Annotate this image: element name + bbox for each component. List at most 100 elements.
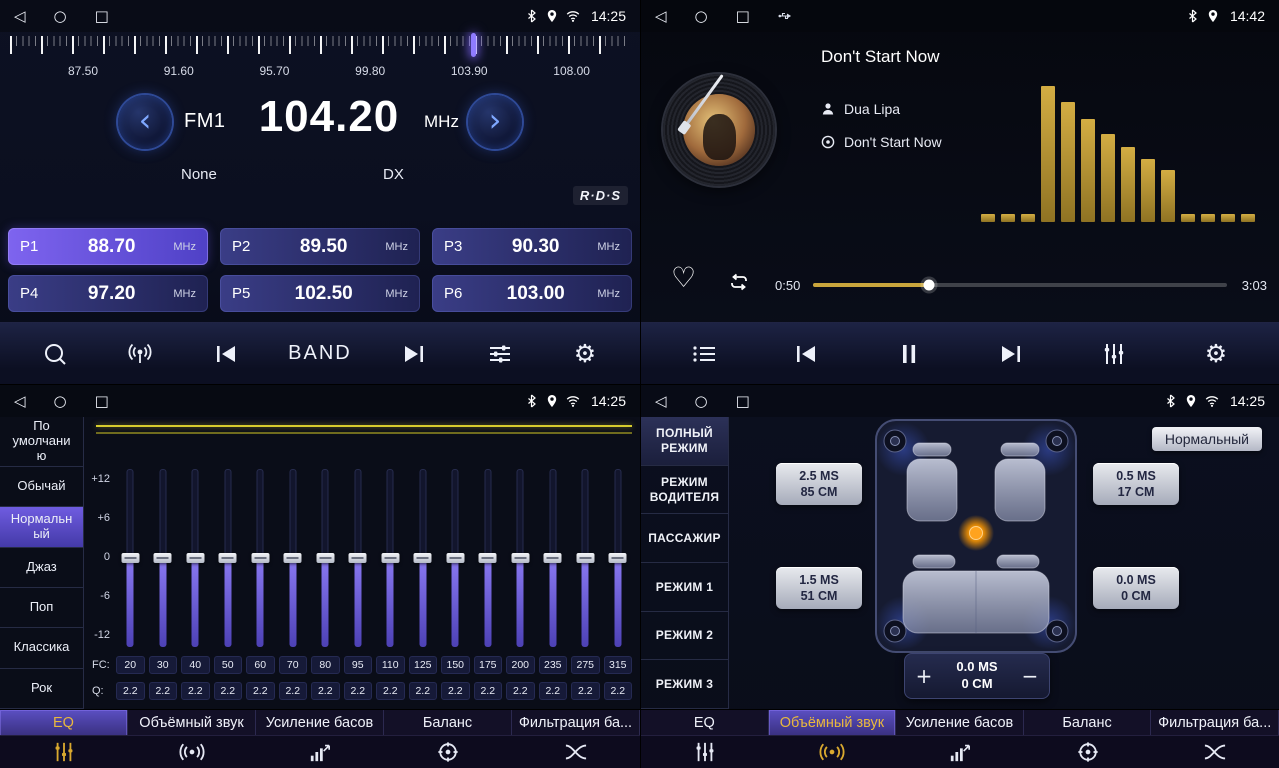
eq-band-thumb[interactable] (446, 553, 464, 563)
favorite-button[interactable]: ♡ (671, 264, 696, 292)
recents-button[interactable]: □ (736, 394, 750, 409)
eq-band-thumb[interactable] (121, 553, 139, 563)
eq-band-slider[interactable] (419, 469, 426, 647)
filter-tab-icon-button[interactable] (1151, 736, 1279, 768)
eq-band-thumb[interactable] (544, 553, 562, 563)
previous-track-button[interactable] (783, 331, 829, 377)
preset-button[interactable]: P4 97.20 MHz (8, 275, 208, 312)
car-cabin-map[interactable] (873, 417, 1079, 655)
recents-button[interactable]: □ (736, 9, 750, 24)
eq-band-thumb[interactable] (219, 553, 237, 563)
delay-rear-left-button[interactable]: 1.5 MS 51 CM (776, 567, 862, 609)
listening-position-dot[interactable] (970, 527, 983, 540)
tune-down-button[interactable]: ‹ (118, 95, 172, 149)
eq-band-thumb[interactable] (414, 553, 432, 563)
back-button[interactable]: ◁ (655, 394, 667, 409)
audio-tab[interactable]: Усиление басов (256, 710, 384, 736)
eq-band-thumb[interactable] (186, 553, 204, 563)
eq-preset-item[interactable]: Рок (0, 669, 83, 709)
listening-mode-item[interactable]: ПАССАЖИР (641, 514, 728, 563)
bass-boost-tab-icon-button[interactable] (256, 736, 384, 768)
eq-band-slider[interactable] (614, 469, 621, 647)
balance-tab-icon-button[interactable] (1024, 736, 1152, 768)
back-button[interactable]: ◁ (14, 394, 26, 409)
broadcast-button[interactable] (117, 331, 163, 377)
delay-rear-right-button[interactable]: 0.0 MS 0 CM (1093, 567, 1179, 609)
eq-tab-icon-button[interactable] (0, 736, 128, 768)
eq-preset-item[interactable]: Классика (0, 628, 83, 668)
eq-band-slider[interactable] (159, 469, 166, 647)
audio-tab[interactable]: Фильтрация ба... (1151, 710, 1279, 736)
playlist-button[interactable] (681, 331, 727, 377)
next-track-button[interactable] (988, 331, 1034, 377)
preset-button[interactable]: P2 89.50 MHz (220, 228, 420, 265)
eq-preset-item[interactable]: Нормальный (0, 507, 83, 547)
audio-tab[interactable]: Объёмный звук (769, 710, 897, 736)
seek-next-button[interactable] (391, 331, 437, 377)
eq-band-slider[interactable] (549, 469, 556, 647)
eq-preset-badge[interactable]: Нормальный (1152, 427, 1262, 451)
seek-bar[interactable] (813, 283, 1227, 287)
audio-tab[interactable]: Объёмный звук (128, 710, 256, 736)
eq-band-slider[interactable] (354, 469, 361, 647)
delay-decrease-button[interactable]: − (1011, 654, 1049, 698)
audio-tab[interactable]: Усиление басов (896, 710, 1024, 736)
eq-band-thumb[interactable] (251, 553, 269, 563)
listening-mode-item[interactable]: РЕЖИМ 2 (641, 612, 728, 661)
eq-settings-button[interactable] (477, 331, 523, 377)
eq-band-thumb[interactable] (381, 553, 399, 563)
home-button[interactable]: ○ (54, 9, 67, 24)
audio-tab[interactable]: Баланс (384, 710, 512, 736)
delay-increase-button[interactable]: + (905, 654, 943, 698)
audio-tab[interactable]: Фильтрация ба... (512, 710, 640, 736)
preset-button[interactable]: P3 90.30 MHz (432, 228, 632, 265)
eq-band-thumb[interactable] (316, 553, 334, 563)
preset-button[interactable]: P6 103.00 MHz (432, 275, 632, 312)
home-button[interactable]: ○ (695, 9, 708, 24)
eq-band-slider[interactable] (484, 469, 491, 647)
eq-settings-button[interactable] (1091, 331, 1137, 377)
tune-up-button[interactable]: › (468, 95, 522, 149)
eq-preset-item[interactable]: Обычай (0, 467, 83, 507)
seek-bar-thumb[interactable] (923, 280, 934, 291)
eq-band-thumb[interactable] (576, 553, 594, 563)
eq-band-thumb[interactable] (479, 553, 497, 563)
listening-mode-item[interactable]: РЕЖИМ ВОДИТЕЛЯ (641, 466, 728, 515)
eq-band-slider[interactable] (452, 469, 459, 647)
eq-preset-item[interactable]: Джаз (0, 548, 83, 588)
surround-tab-icon-button[interactable] (128, 736, 256, 768)
band-button[interactable]: BAND (288, 331, 352, 377)
settings-button[interactable]: ⚙ (562, 331, 608, 377)
listening-mode-item[interactable]: РЕЖИМ 1 (641, 563, 728, 612)
eq-band-slider[interactable] (582, 469, 589, 647)
eq-tab-icon-button[interactable] (641, 736, 769, 768)
back-button[interactable]: ◁ (655, 9, 667, 24)
eq-band-slider[interactable] (257, 469, 264, 647)
audio-tab[interactable]: EQ (0, 710, 128, 736)
repeat-button[interactable] (727, 270, 751, 299)
back-button[interactable]: ◁ (14, 9, 26, 24)
scan-button[interactable] (32, 331, 78, 377)
audio-tab[interactable]: EQ (641, 710, 769, 736)
home-button[interactable]: ○ (695, 394, 708, 409)
eq-band-slider[interactable] (322, 469, 329, 647)
eq-band-slider[interactable] (387, 469, 394, 647)
eq-band-slider[interactable] (289, 469, 296, 647)
recents-button[interactable]: □ (95, 9, 109, 24)
listening-mode-item[interactable]: РЕЖИМ 3 (641, 660, 728, 709)
eq-band-slider[interactable] (517, 469, 524, 647)
filter-tab-icon-button[interactable] (512, 736, 640, 768)
eq-band-slider[interactable] (192, 469, 199, 647)
eq-band-thumb[interactable] (349, 553, 367, 563)
settings-button[interactable]: ⚙ (1193, 331, 1239, 377)
recents-button[interactable]: □ (95, 394, 109, 409)
delay-front-left-button[interactable]: 2.5 MS 85 CM (776, 463, 862, 505)
eq-band-slider[interactable] (224, 469, 231, 647)
eq-preset-item[interactable]: Поп (0, 588, 83, 628)
eq-band-thumb[interactable] (284, 553, 302, 563)
eq-band-slider[interactable] (127, 469, 134, 647)
eq-band-thumb[interactable] (609, 553, 627, 563)
eq-band-thumb[interactable] (511, 553, 529, 563)
eq-preset-item[interactable]: По умолчанию (0, 417, 83, 467)
eq-band-thumb[interactable] (154, 553, 172, 563)
